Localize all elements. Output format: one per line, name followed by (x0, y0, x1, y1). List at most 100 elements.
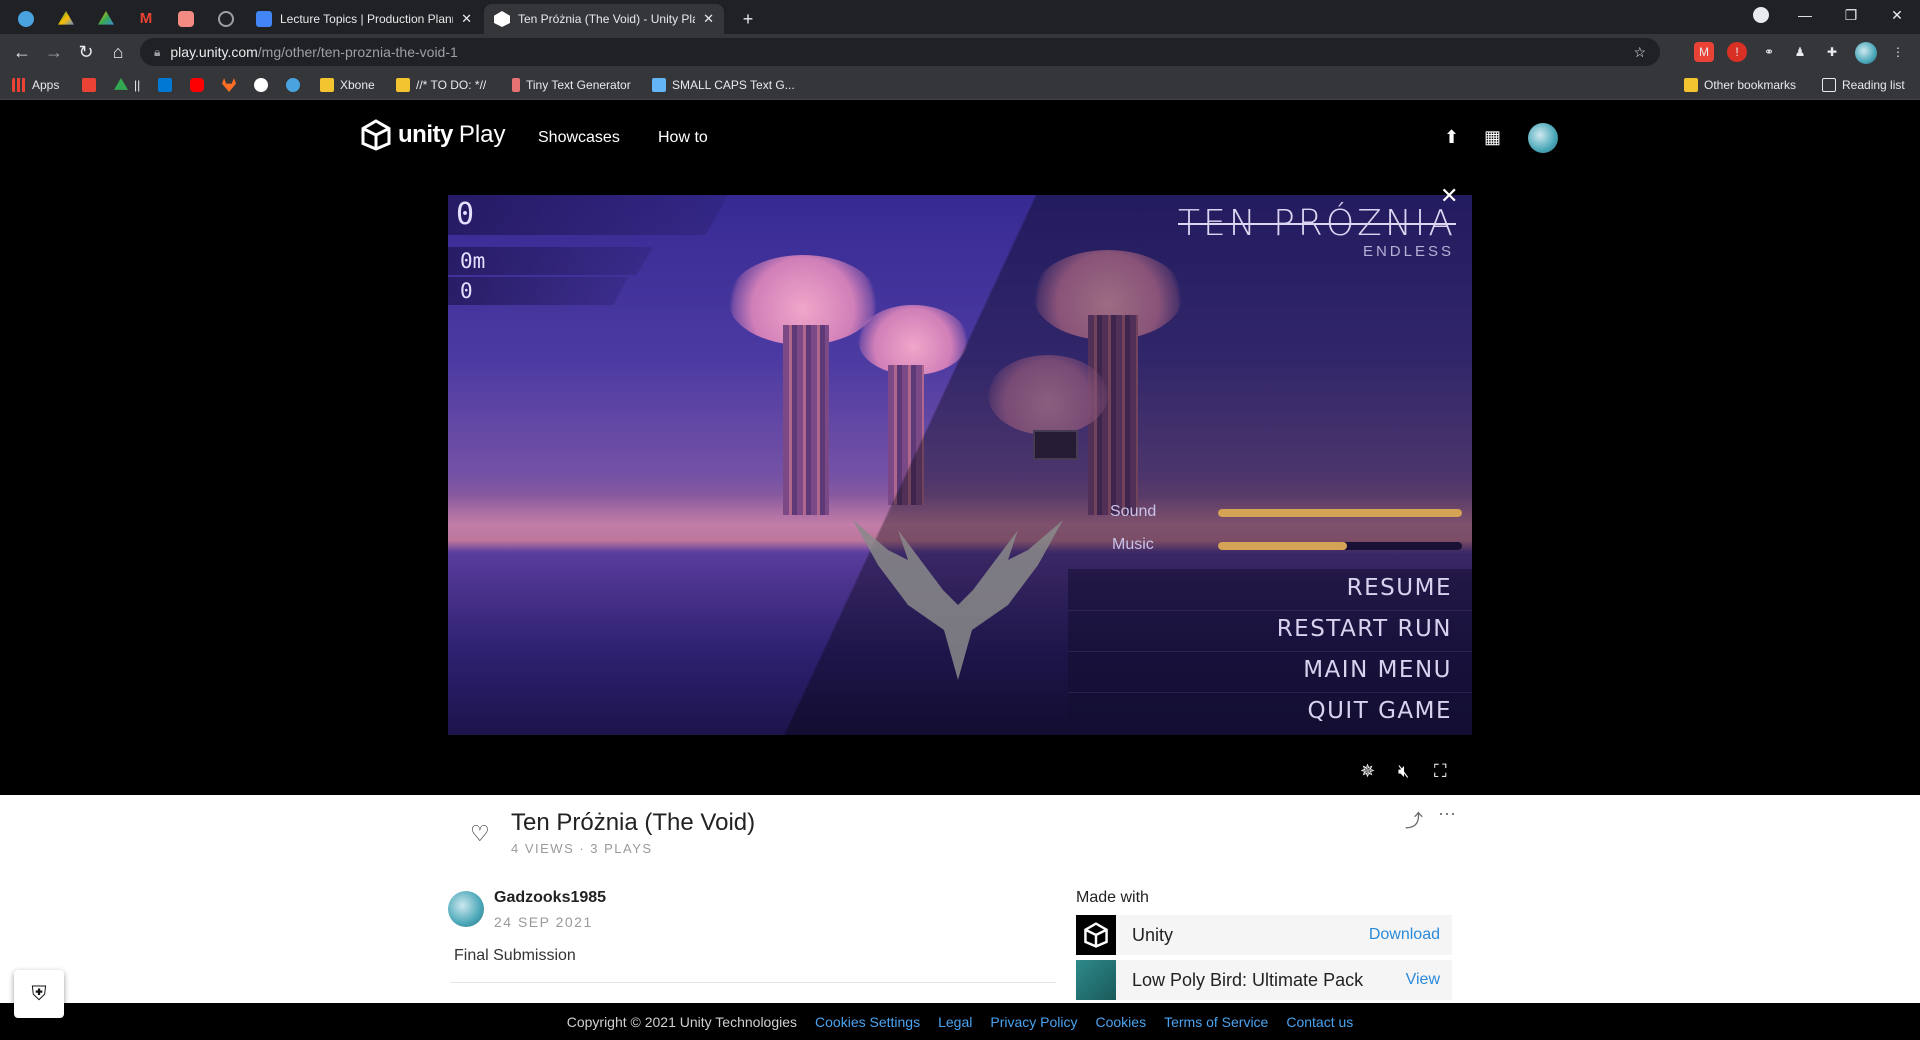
tab-drive[interactable] (46, 4, 86, 34)
like-heart-icon[interactable]: ♡ (470, 821, 490, 847)
profile-avatar[interactable] (1855, 42, 1877, 64)
bookmark-apps[interactable]: Apps (12, 76, 59, 94)
game-info-section: ♡ Ten Próżnia (The Void) 4 VIEWS · 3 PLA… (0, 795, 1920, 1003)
unity-play-logo[interactable]: unity Play (360, 119, 506, 151)
author-avatar[interactable] (448, 891, 484, 927)
bookmark-github[interactable] (254, 76, 268, 94)
nav-how-to[interactable]: How to (658, 129, 708, 147)
gmail-extension-icon[interactable]: M (1694, 42, 1714, 62)
tab-drive-2[interactable] (86, 4, 126, 34)
bookmark-star-icon[interactable]: ☆ (1633, 44, 1646, 61)
extension-icon[interactable]: ♟ (1790, 42, 1810, 62)
restore-button[interactable]: ❐ (1828, 0, 1874, 30)
footer-link-legal[interactable]: Legal (938, 1014, 972, 1030)
music-label: Music (1112, 536, 1154, 553)
more-menu-icon[interactable]: ⋮ (1888, 42, 1908, 62)
counter-bar (448, 277, 628, 305)
new-tab-button[interactable]: + (728, 4, 768, 34)
reload-button[interactable]: ↻ (74, 40, 98, 64)
download-link[interactable]: Download (1369, 926, 1440, 944)
bookmark-calendar[interactable] (82, 76, 96, 94)
address-bar-row: ← → ↻ ⌂ 🔒︎ play.unity.com/mg/other/ten-p… (0, 34, 1920, 70)
game-canvas[interactable]: 0 0m 0 TEN PRÓZNIA ENDLESS Sound Music R… (448, 195, 1472, 735)
close-tab-icon[interactable]: ✕ (461, 11, 472, 27)
minimize-icon: — (1798, 7, 1812, 23)
tab-search-button[interactable] (1738, 0, 1784, 30)
user-avatar[interactable] (1528, 123, 1558, 153)
puzzle-icon[interactable]: ✚ (1822, 42, 1842, 62)
bookmark-youtube[interactable] (190, 76, 204, 94)
quit-game-button[interactable]: QUIT GAME (1307, 698, 1452, 724)
unity-logo-icon (361, 119, 391, 151)
game-stats: 4 VIEWS · 3 PLAYS (511, 841, 653, 856)
forward-button[interactable]: → (42, 40, 66, 64)
pause-menu: RESUME RESTART RUN MAIN MENU QUIT GAME (1068, 569, 1472, 735)
view-link[interactable]: View (1406, 971, 1440, 989)
reading-list-button[interactable]: Reading list (1822, 76, 1905, 94)
apps-grid-icon (12, 78, 26, 92)
made-with-label: Made with (1076, 889, 1149, 906)
notification-extension-icon[interactable]: ! (1727, 42, 1747, 62)
footer-link-privacy[interactable]: Privacy Policy (990, 1014, 1077, 1030)
minimize-button[interactable]: — (1782, 0, 1828, 30)
footer-link-terms[interactable]: Terms of Service (1164, 1014, 1268, 1030)
share-icon[interactable]: ⤴ (1405, 807, 1423, 833)
footer-link-cookies-settings[interactable]: Cookies Settings (815, 1014, 920, 1030)
more-options-icon[interactable]: ··· (1438, 803, 1456, 824)
bookmark-folder-xbone[interactable]: Xbone (320, 76, 375, 94)
main-menu-button[interactable]: MAIN MENU (1303, 657, 1452, 683)
edge-icon (18, 11, 34, 27)
close-tab-icon[interactable]: ✕ (703, 11, 714, 27)
bookmark-small-caps[interactable]: SMALL CAPS Text G... (652, 76, 795, 94)
bookmark-label: || (134, 78, 141, 92)
tab-globe[interactable] (206, 4, 246, 34)
bookmark-label: Reading list (1842, 78, 1905, 92)
github-icon (254, 78, 268, 92)
music-slider[interactable] (1218, 542, 1462, 550)
apps-grid-icon[interactable]: ▦ (1484, 127, 1501, 148)
sound-slider[interactable] (1218, 509, 1462, 517)
screenshot-icon[interactable]: ✵ (1360, 761, 1375, 782)
upload-icon[interactable]: ⬆ (1444, 127, 1459, 148)
nav-showcases[interactable]: Showcases (538, 129, 620, 147)
close-game-icon[interactable]: ✕ (1440, 183, 1458, 209)
made-with-unity: Unity Download (1076, 915, 1452, 955)
footer-link-contact[interactable]: Contact us (1286, 1014, 1353, 1030)
tab-gmail[interactable]: M (126, 4, 166, 34)
tab-ten-proznia[interactable]: Ten Próżnia (The Void) - Unity Pla ✕ (484, 4, 724, 34)
mute-icon[interactable]: 🔇︎ (1398, 761, 1409, 782)
url-field[interactable]: 🔒︎ play.unity.com/mg/other/ten-proznia-t… (140, 38, 1660, 66)
back-button[interactable]: ← (10, 40, 34, 64)
tab-lecture-topics[interactable]: Lecture Topics | Production Plann ✕ (246, 4, 482, 34)
author-name[interactable]: Gadzooks1985 (494, 889, 606, 907)
bookmark-folder-todo[interactable]: //* TO DO: *// (396, 76, 486, 94)
privacy-shield-button[interactable]: ⛨ (14, 970, 64, 1018)
score-bar (448, 195, 728, 235)
game-logo-title: TEN PRÓZNIA (1177, 203, 1456, 244)
bookmark-label: SMALL CAPS Text G... (672, 78, 795, 92)
fullscreen-icon[interactable]: ⛶ (1434, 761, 1447, 782)
bookmark-outlook[interactable] (158, 76, 172, 94)
bookmark-drive[interactable]: || (114, 76, 140, 94)
folder-icon (396, 78, 410, 92)
tab-edge[interactable] (6, 4, 46, 34)
raven-silhouette (853, 520, 1063, 680)
bookmark-tiny-text[interactable]: Tiny Text Generator (512, 76, 631, 94)
restart-run-button[interactable]: RESTART RUN (1277, 616, 1452, 642)
extension-icon[interactable]: ⚭ (1759, 42, 1779, 62)
restore-icon: ❐ (1844, 6, 1858, 23)
bookmark-gitlab[interactable] (222, 76, 236, 94)
chevron-down-icon (1753, 7, 1769, 23)
footer-link-cookies[interactable]: Cookies (1096, 1014, 1147, 1030)
bookmark-other[interactable]: Other bookmarks (1684, 76, 1796, 94)
distance-value: 0m (460, 249, 486, 273)
tab-app[interactable] (166, 4, 206, 34)
gitlab-icon (222, 78, 236, 92)
bookmark-label: Apps (32, 78, 60, 92)
resume-button[interactable]: RESUME (1347, 575, 1452, 601)
logo-word-play: Play (458, 121, 506, 148)
menu-divider (1068, 651, 1472, 652)
close-window-button[interactable]: ✕ (1874, 0, 1920, 30)
bookmark-edge[interactable] (286, 76, 300, 94)
home-button[interactable]: ⌂ (106, 40, 130, 64)
